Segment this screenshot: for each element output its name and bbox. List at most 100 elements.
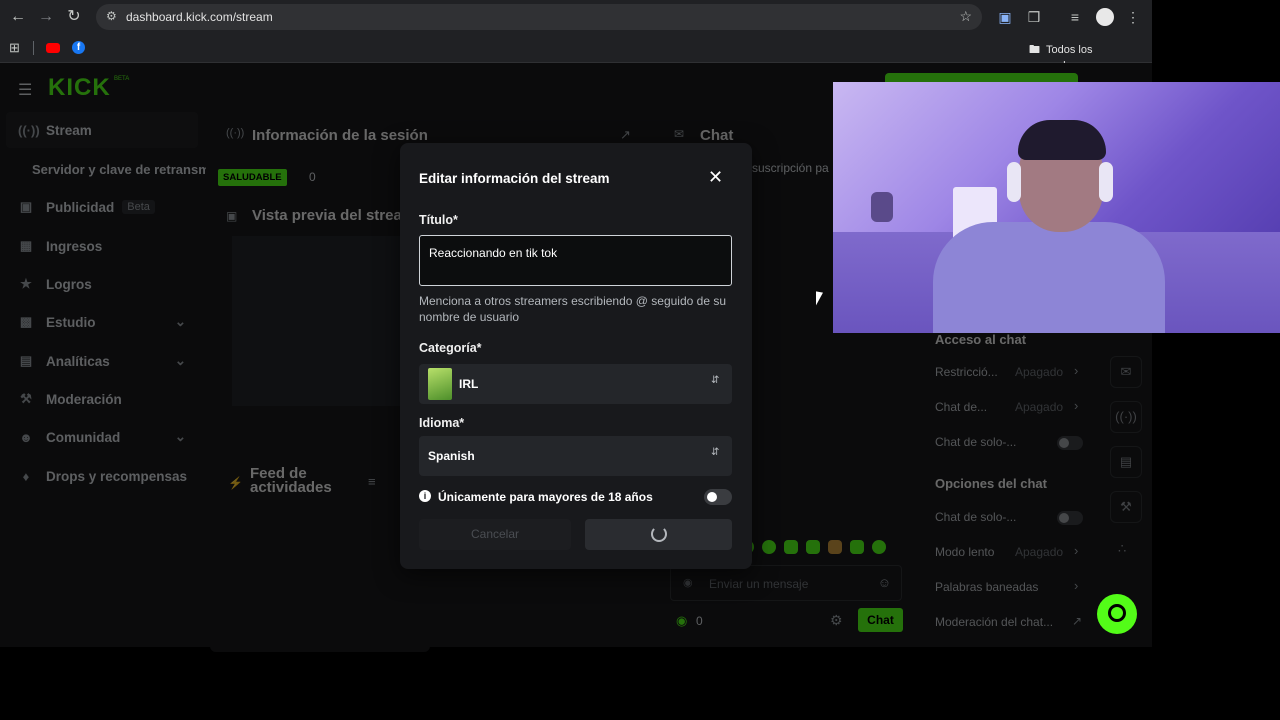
folder-icon: 🖿 [1029, 44, 1040, 56]
trophy-icon: ★ [20, 276, 32, 291]
rail-broadcast-icon[interactable]: ((·)) [1110, 401, 1142, 433]
rail-wrench-icon[interactable]: ⚒ [1110, 491, 1142, 523]
ads-icon: ▣ [19, 199, 33, 214]
category-select[interactable]: IRL ⇵ [419, 364, 732, 404]
edit-stream-modal: Editar información del stream ✕ Título* … [400, 143, 752, 569]
emote-icon[interactable] [828, 540, 842, 554]
back-icon[interactable]: ← [8, 7, 28, 27]
chevron-down-icon: ⌄ [174, 314, 186, 329]
chat-input-placeholder: Enviar un mensaje [709, 577, 809, 591]
sidebar-item-label: Stream [46, 122, 92, 138]
solo-chat-toggle[interactable] [1057, 436, 1083, 450]
setting-restriction-label[interactable]: Restricció... [935, 365, 998, 379]
translate-icon[interactable]: ▣ [996, 8, 1014, 26]
rail-layout-icon[interactable]: ▤ [1110, 446, 1142, 478]
chat-input-icon: ◉ [683, 577, 693, 589]
rail-share-icon[interactable]: ∴ [1118, 541, 1126, 557]
studio-icon: ▩ [19, 314, 33, 329]
emote-icon[interactable] [784, 540, 798, 554]
sidebar-item-achievements[interactable]: ★ Logros [6, 266, 198, 302]
webcam-person-body [933, 222, 1165, 333]
chat-user-count: 0 [696, 614, 703, 628]
cancel-button-label: Cancelar [470, 527, 520, 541]
hamburger-menu-icon[interactable]: ☰ [18, 80, 32, 100]
sidebar-item-community[interactable]: ☻ Comunidad ⌄ [6, 419, 198, 455]
setting-slow-mode-value: Apagado [1015, 545, 1064, 559]
feed-title: Feed de actividades [250, 465, 332, 496]
title-hint: Menciona a otros streamers escribiendo @… [419, 294, 727, 324]
bookmark-star-icon[interactable]: ☆ [959, 8, 972, 25]
preview-title: Vista previa del stream [252, 207, 416, 224]
emote-icon[interactable] [762, 540, 776, 554]
sidebar-item-ads[interactable]: ▣ Publicidad Beta [6, 189, 198, 225]
facebook-icon[interactable]: f [72, 41, 85, 54]
sidebar-item-server-key[interactable]: Servidor y clave de retransmisión [6, 151, 206, 187]
sidebar-item-label: Estudio [46, 314, 96, 330]
info-icon: i [419, 490, 431, 502]
chevron-right-icon[interactable]: › [1074, 578, 1078, 593]
adult-only-label: Únicamente para mayores de 18 años [438, 490, 653, 504]
sidebar-item-stream[interactable]: ((·)) Stream [6, 112, 198, 148]
browser-toolbar: ← → ↻ ⚙ dashboard.kick.com/stream ☆ ▣ ❒ … [0, 0, 1152, 34]
bank-icon: ▦ [19, 238, 33, 253]
external-link-icon[interactable]: ↗ [1072, 614, 1082, 628]
reload-icon[interactable]: ↻ [64, 7, 84, 27]
youtube-icon[interactable] [46, 43, 60, 53]
title-input[interactable]: Reaccionando en tik tok [419, 235, 732, 286]
solo-chat-2-toggle[interactable] [1057, 511, 1083, 525]
emote-icon[interactable] [806, 540, 820, 554]
apps-grid-icon[interactable]: ⊞ [9, 40, 20, 56]
chat-input[interactable]: ◉ Enviar un mensaje ☺ [670, 565, 902, 601]
language-select[interactable]: Spanish ⇵ [419, 436, 732, 476]
sidebar-item-analytics[interactable]: ▤ Analíticas ⌄ [6, 343, 198, 379]
popout-icon[interactable]: ↗ [620, 127, 631, 143]
chevron-right-icon[interactable]: › [1074, 543, 1078, 558]
chart-icon: ▤ [19, 353, 33, 368]
chat-settings-gear-icon[interactable]: ⚙ [830, 612, 843, 629]
sidebar-item-drops[interactable]: ♦ Drops y recompensas [6, 458, 198, 494]
sidebar-item-label: Logros [46, 276, 92, 292]
language-field-label: Idioma* [419, 416, 465, 430]
sidebar-item-label: Comunidad [46, 429, 121, 445]
sidebar-item-studio[interactable]: ▩ Estudio ⌄ [6, 304, 198, 340]
sidebar-item-moderation[interactable]: ⚒ Moderación [6, 381, 198, 417]
kick-logo[interactable]: KICK [48, 74, 111, 102]
beta-badge: Beta [122, 200, 155, 214]
emoji-icon[interactable]: ☺ [878, 575, 891, 590]
setting-chat-moderation-label[interactable]: Moderación del chat... [935, 615, 1053, 629]
webcam-object [871, 192, 893, 222]
emote-icon[interactable] [850, 540, 864, 554]
setting-banned-words-label[interactable]: Palabras baneadas [935, 580, 1038, 594]
address-bar[interactable]: ⚙ dashboard.kick.com/stream ☆ [96, 4, 982, 30]
emote-icon[interactable] [872, 540, 886, 554]
activity-feed-panel: ⚡ Feed de actividades ≡ [210, 462, 430, 652]
setting-chat-of-label[interactable]: Chat de... [935, 400, 987, 414]
chat-send-button[interactable]: Chat [858, 608, 903, 632]
sidebar-item-earnings[interactable]: ▦ Ingresos [6, 228, 198, 264]
rail-chat-icon[interactable]: ✉ [1110, 356, 1142, 388]
extensions-icon[interactable]: ❒ [1025, 8, 1043, 26]
chat-access-heading: Acceso al chat [935, 332, 1027, 347]
cancel-button[interactable]: Cancelar [419, 519, 571, 550]
setting-solo-chat-label: Chat de solo-... [935, 435, 1017, 449]
chevron-down-icon: ⌄ [174, 353, 186, 368]
chevron-right-icon[interactable]: › [1074, 398, 1078, 413]
select-arrows-icon: ⇵ [711, 375, 720, 386]
adult-only-toggle[interactable] [704, 489, 732, 505]
save-button-loading[interactable] [585, 519, 732, 550]
stream-preview-video[interactable] [232, 236, 416, 406]
chevron-right-icon[interactable]: › [1074, 363, 1078, 378]
filter-icon[interactable]: ≡ [368, 474, 376, 489]
support-headset-button[interactable] [1097, 594, 1137, 634]
site-info-icon[interactable]: ⚙ [106, 9, 117, 23]
bookmarks-bar: ⊞ f 🖿Todos los marcadores [0, 34, 1152, 72]
chat-bubble-icon: ✉ [674, 127, 685, 141]
setting-restriction-value: Apagado [1015, 365, 1064, 379]
forward-icon[interactable]: → [36, 7, 56, 27]
setting-slow-mode-label[interactable]: Modo lento [935, 545, 994, 559]
menu-kebab-icon[interactable]: ⋮ [1124, 8, 1142, 26]
sidebar-item-label: Ingresos [46, 238, 103, 254]
media-control-icon[interactable]: ≡ [1066, 8, 1084, 26]
close-icon[interactable]: ✕ [708, 167, 723, 188]
profile-avatar[interactable] [1096, 8, 1114, 26]
